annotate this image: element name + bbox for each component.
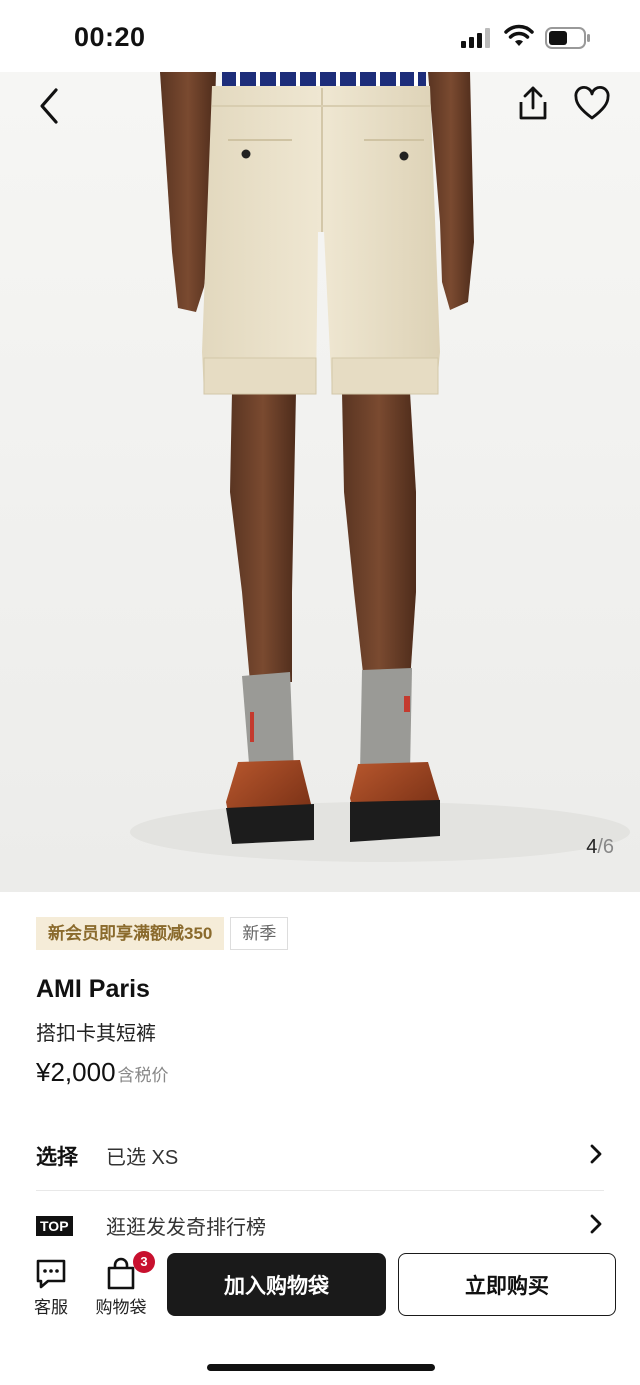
divider [36,1190,604,1191]
product-name: 搭扣卡其短裤 [36,1023,156,1045]
buy-now-button[interactable]: 立即购买 [398,1253,616,1316]
share-icon[interactable] [513,84,553,124]
chevron-right-icon [590,1144,602,1164]
battery-icon [545,27,590,49]
season-tag: 新季 [230,917,289,950]
size-select-row[interactable]: 选择 已选 XS [36,1130,608,1180]
status-bar: 00:20 [0,0,640,72]
selected-size: 已选 XS [106,1147,179,1169]
signal-icon [461,28,490,48]
price-note: 含税价 [117,1066,169,1085]
ranking-text: 逛逛发发奇排行榜 [106,1217,266,1239]
bag-label: 购物袋 [95,1298,147,1317]
brand-name[interactable]: AMI Paris [36,975,150,1004]
top-badge: TOP [36,1216,73,1236]
product-tags: 新会员即享满额减350 新季 [36,917,289,950]
wifi-icon [504,24,534,46]
home-indicator[interactable] [207,1364,435,1371]
shopping-bag-button[interactable]: 3 购物袋 [91,1251,155,1321]
promo-tag[interactable]: 新会员即享满额减350 [36,917,225,950]
chevron-right-icon [590,1214,602,1234]
heart-icon[interactable] [572,84,612,124]
product-image[interactable]: 4/6 [0,72,640,892]
customer-service-button[interactable]: 客服 [21,1257,81,1321]
pager-total: 6 [602,836,614,858]
product-photo [0,72,640,892]
pager-current: 4 [586,836,598,858]
status-time: 00:20 [74,22,146,52]
service-label: 客服 [34,1298,68,1317]
product-price: ¥2,000 含税价 [36,1057,169,1088]
select-label: 选择 [36,1146,78,1169]
image-pager: 4/6 [586,836,614,859]
price-value: ¥2,000 [36,1057,116,1087]
chat-icon [36,1259,66,1289]
bag-count-badge: 3 [133,1251,155,1273]
back-arrow-icon[interactable] [30,86,70,126]
add-to-bag-button[interactable]: 加入购物袋 [167,1253,386,1316]
ranking-row[interactable]: TOP 逛逛发发奇排行榜 [36,1200,608,1250]
